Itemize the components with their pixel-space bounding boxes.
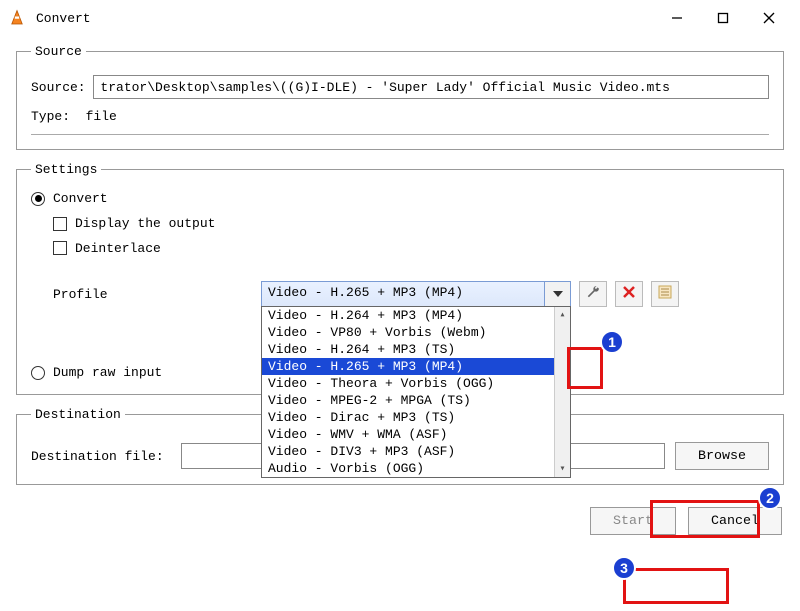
profile-option[interactable]: Video - Dirac + MP3 (TS) [262,409,570,426]
browse-button[interactable]: Browse [675,442,769,470]
destination-file-label: Destination file: [31,449,171,464]
source-label: Source: [31,80,93,95]
profile-option[interactable]: Video - MPEG-2 + MPGA (TS) [262,392,570,409]
list-icon [658,285,672,303]
type-value: file [86,109,117,124]
annotation-box-3 [623,568,729,604]
profile-option[interactable]: Video - VP80 + Vorbis (Webm) [262,324,570,341]
dialog-footer: Start Cancel [0,497,800,545]
scroll-down-icon[interactable]: ▾ [555,461,570,477]
cancel-button[interactable]: Cancel [688,507,782,535]
profile-dropdown-list[interactable]: Video - H.264 + MP3 (MP4) Video - VP80 +… [261,306,571,478]
annotation-badge-1: 1 [600,330,624,354]
type-label: Type: [31,109,86,124]
delete-profile-button[interactable] [615,281,643,307]
title-bar: Convert [0,0,800,36]
destination-legend: Destination [31,407,125,422]
profile-option[interactable]: Video - DIV3 + MP3 (ASF) [262,443,570,460]
display-output-checkbox[interactable]: Display the output [53,216,215,231]
profile-option[interactable]: Video - Theora + Vorbis (OGG) [262,375,570,392]
source-group: Source Source: Type: file [16,44,784,150]
profile-option[interactable]: Video - H.265 + MP3 (MP4) [262,358,570,375]
window-title: Convert [36,11,654,26]
profile-label: Profile [31,287,261,302]
profile-option[interactable]: Video - WMV + WMA (ASF) [262,426,570,443]
minimize-button[interactable] [654,3,700,33]
settings-group: Settings Convert Display the output Dein… [16,162,784,395]
edit-profile-button[interactable] [579,281,607,307]
dump-raw-label: Dump raw input [53,365,162,380]
maximize-button[interactable] [700,3,746,33]
new-profile-button[interactable] [651,281,679,307]
wrench-icon [586,285,600,303]
scroll-up-icon[interactable]: ▴ [555,307,570,323]
close-button[interactable] [746,3,792,33]
profile-option[interactable]: Video - H.264 + MP3 (TS) [262,341,570,358]
annotation-badge-3: 3 [612,556,636,580]
display-output-label: Display the output [75,216,215,231]
convert-radio[interactable]: Convert [31,191,108,206]
source-legend: Source [31,44,86,59]
delete-icon [623,286,635,302]
deinterlace-checkbox[interactable]: Deinterlace [53,241,161,256]
dump-raw-radio[interactable]: Dump raw input [31,365,162,380]
app-icon [8,9,26,27]
start-button[interactable]: Start [590,507,676,535]
profile-selected-value: Video - H.265 + MP3 (MP4) [262,282,544,306]
chevron-down-icon[interactable] [544,282,570,306]
profile-combobox[interactable]: Video - H.265 + MP3 (MP4) Video - H.264 … [261,281,571,307]
settings-legend: Settings [31,162,101,177]
convert-radio-label: Convert [53,191,108,206]
deinterlace-label: Deinterlace [75,241,161,256]
annotation-badge-2: 2 [758,486,782,510]
source-input[interactable] [93,75,769,99]
profile-option[interactable]: Video - H.264 + MP3 (MP4) [262,307,570,324]
dropdown-scrollbar[interactable]: ▴ ▾ [554,307,570,477]
profile-option[interactable]: Audio - Vorbis (OGG) [262,460,570,477]
